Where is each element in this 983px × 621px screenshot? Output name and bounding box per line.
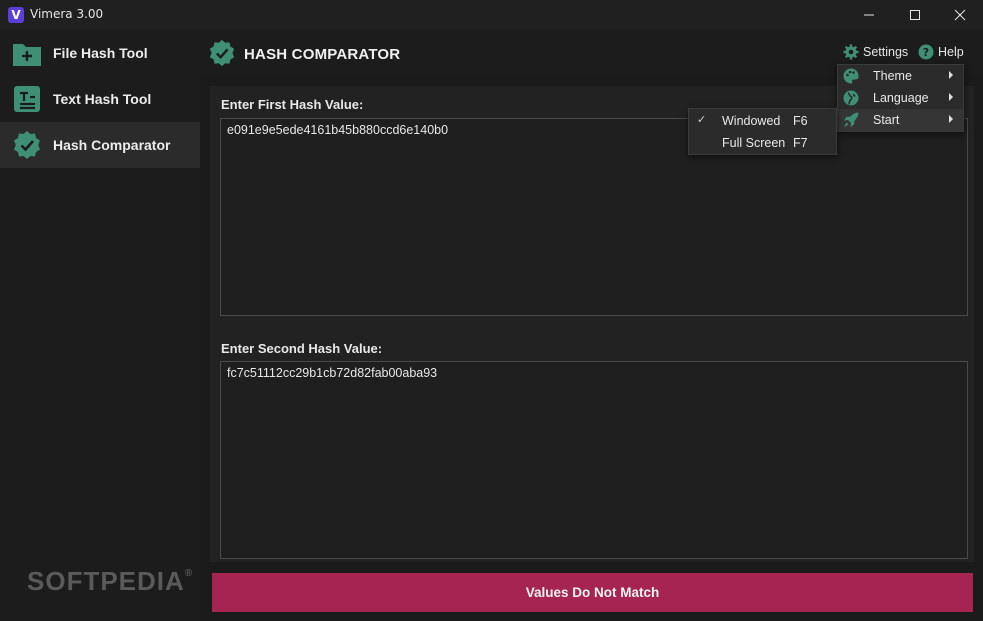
menu-item-label: Windowed xyxy=(722,114,781,128)
shortcut-key: F7 xyxy=(793,136,808,150)
help-label: Help xyxy=(938,45,964,59)
submenu-arrow-icon xyxy=(949,93,953,101)
sidebar-item-hash-comparator[interactable]: Hash Comparator xyxy=(0,122,200,168)
submenu-arrow-icon xyxy=(949,71,953,79)
start-submenu: ✓ Windowed F6 Full Screen F7 xyxy=(688,108,837,155)
window-title: Vimera 3.00 xyxy=(30,7,104,21)
maximize-icon xyxy=(910,10,920,20)
first-hash-input[interactable]: e091e9e5ede4161b45b880ccd6e140b0 xyxy=(220,118,968,316)
check-icon: ✓ xyxy=(697,114,707,126)
menu-item-label: Theme xyxy=(873,69,912,83)
minimize-button[interactable] xyxy=(846,0,892,30)
sidebar-item-text-hash-tool[interactable]: Text Hash Tool xyxy=(0,76,200,122)
help-menu-button[interactable]: ? Help xyxy=(918,44,964,60)
menu-item-start[interactable]: Start xyxy=(838,109,963,131)
page-title: HASH COMPARATOR xyxy=(244,46,401,63)
close-icon xyxy=(954,9,966,21)
sidebar-item-label: Hash Comparator xyxy=(53,137,171,153)
globe-icon xyxy=(843,90,859,106)
app-logo: V xyxy=(8,7,24,23)
submenu-arrow-icon xyxy=(949,115,953,123)
menu-item-windowed[interactable]: ✓ Windowed F6 xyxy=(689,110,836,132)
menu-item-label: Start xyxy=(873,113,900,127)
second-hash-label: Enter Second Hash Value: xyxy=(221,341,383,356)
shortcut-key: F6 xyxy=(793,114,808,128)
menu-item-label: Language xyxy=(873,91,929,105)
maximize-button[interactable] xyxy=(892,0,938,30)
settings-menu-button[interactable]: Settings xyxy=(843,44,908,60)
folder-plus-icon xyxy=(13,44,41,66)
sidebar-item-label: Text Hash Tool xyxy=(53,91,152,107)
rocket-icon xyxy=(844,112,859,127)
watermark: SOFTPEDIA® xyxy=(27,566,194,596)
help-icon: ? xyxy=(918,44,934,60)
title-bar: V Vimera 3.00 xyxy=(0,0,983,30)
minimize-icon xyxy=(864,14,874,16)
menu-item-label: Full Screen xyxy=(722,136,786,150)
settings-dropdown: Theme Language Start xyxy=(837,64,964,132)
sidebar: File Hash Tool Text Hash Tool Hash Compa… xyxy=(0,30,200,621)
gear-icon xyxy=(843,44,859,60)
text-document-icon xyxy=(14,86,40,112)
palette-icon xyxy=(843,68,859,84)
close-button[interactable] xyxy=(937,0,983,30)
menu-item-full-screen[interactable]: Full Screen F7 xyxy=(689,132,836,154)
menu-item-theme[interactable]: Theme xyxy=(838,65,963,87)
verified-badge-icon xyxy=(209,39,235,67)
sidebar-item-file-hash-tool[interactable]: File Hash Tool xyxy=(0,30,200,76)
first-hash-label: Enter First Hash Value: xyxy=(221,97,364,112)
second-hash-input[interactable]: fc7c51112cc29b1cb72d82fab00aba93 xyxy=(220,361,968,559)
svg-text:?: ? xyxy=(923,46,929,59)
sidebar-item-label: File Hash Tool xyxy=(53,45,148,61)
verified-badge-icon xyxy=(14,131,40,159)
result-status-bar: Values Do Not Match xyxy=(212,573,973,612)
settings-label: Settings xyxy=(863,45,909,59)
menu-item-language[interactable]: Language xyxy=(838,87,963,109)
